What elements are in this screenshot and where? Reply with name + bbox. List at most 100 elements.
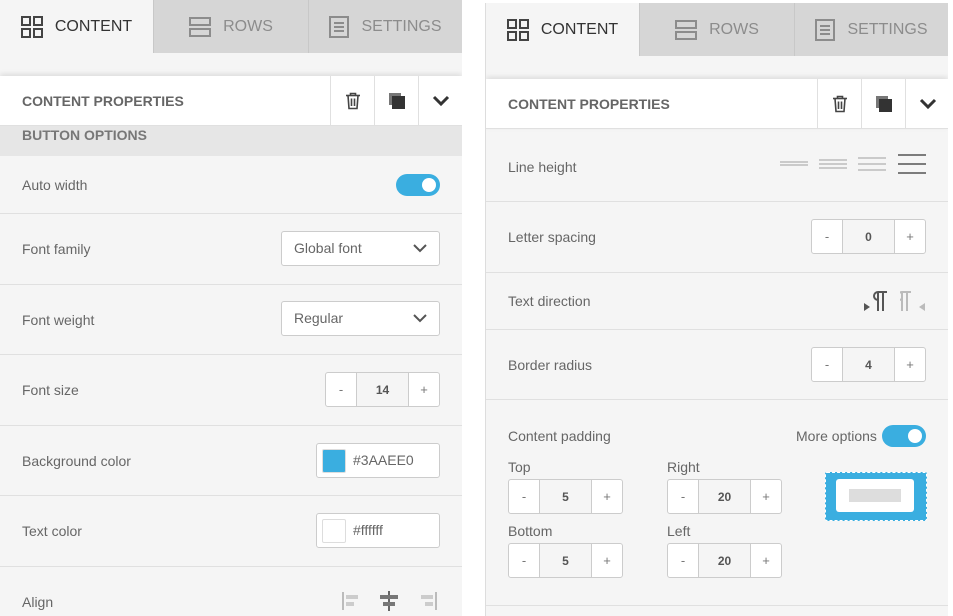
collapse-button[interactable] xyxy=(905,79,948,129)
align-center-icon[interactable] xyxy=(378,591,400,611)
letter-spacing-label: Letter spacing xyxy=(508,229,596,245)
border-radius-stepper: - 4 + xyxy=(811,347,926,382)
line-height-large-icon[interactable] xyxy=(858,155,886,173)
left-panel: CONTENT ROWS SETTINGS CONTENT PROPERTIES… xyxy=(0,0,462,616)
tab-rows[interactable]: ROWS xyxy=(639,3,794,56)
line-height-small-icon[interactable] xyxy=(780,159,808,169)
tab-settings[interactable]: SETTINGS xyxy=(794,3,948,56)
align-row: Align xyxy=(0,567,462,616)
letter-spacing-increase-button[interactable]: + xyxy=(895,220,925,253)
letter-spacing-value[interactable]: 0 xyxy=(842,220,895,253)
more-options-toggle[interactable] xyxy=(882,425,926,447)
line-height-medium-icon[interactable] xyxy=(819,157,847,171)
duplicate-button[interactable] xyxy=(374,76,418,126)
letter-spacing-row: Letter spacing - 0 + xyxy=(486,202,948,273)
text-color-picker[interactable]: #ffffff xyxy=(316,513,440,548)
chevron-down-icon xyxy=(432,95,449,107)
font-size-stepper: - 14 + xyxy=(325,372,440,407)
text-direction-row: Text direction xyxy=(486,273,948,330)
border-radius-decrease-button[interactable]: - xyxy=(812,348,842,381)
rtl-direction-icon[interactable] xyxy=(900,290,926,312)
chevron-down-icon xyxy=(919,98,936,110)
content-grid-icon xyxy=(20,15,43,38)
text-color-value[interactable]: #ffffff xyxy=(353,514,383,547)
padding-bottom-stepper: - 5 + xyxy=(508,543,623,578)
rows-icon xyxy=(675,19,698,40)
chevron-down-icon xyxy=(413,244,427,253)
background-color-picker[interactable]: #3AAEE0 xyxy=(316,443,440,478)
tab-settings[interactable]: SETTINGS xyxy=(308,0,462,53)
auto-width-toggle[interactable] xyxy=(396,174,440,196)
settings-document-icon xyxy=(329,15,350,38)
trash-icon xyxy=(345,92,360,110)
padding-left-value[interactable]: 20 xyxy=(698,544,751,577)
font-weight-row: Font weight Regular xyxy=(0,285,462,355)
align-label: Align xyxy=(22,594,54,610)
auto-width-row: Auto width xyxy=(0,156,462,214)
background-color-row: Background color #3AAEE0 xyxy=(0,426,462,496)
padding-right-label: Right xyxy=(667,459,700,475)
delete-button[interactable] xyxy=(817,79,861,129)
letter-spacing-decrease-button[interactable]: - xyxy=(812,220,842,253)
content-grid-icon xyxy=(506,18,529,41)
padding-left-increase-button[interactable]: + xyxy=(751,544,781,577)
text-direction-label: Text direction xyxy=(508,293,591,309)
content-padding-row: Content padding More options Top - 5 + R… xyxy=(486,400,948,606)
tab-content[interactable]: CONTENT xyxy=(0,0,153,53)
chevron-down-icon xyxy=(413,314,427,323)
text-color-label: Text color xyxy=(22,523,82,539)
padding-bottom-decrease-button[interactable]: - xyxy=(509,544,539,577)
tab-settings-label: SETTINGS xyxy=(847,20,928,38)
line-height-label: Line height xyxy=(508,158,577,175)
font-family-row: Font family Global font xyxy=(0,214,462,285)
padding-top-increase-button[interactable]: + xyxy=(592,480,622,513)
background-color-value[interactable]: #3AAEE0 xyxy=(353,444,414,477)
font-family-select[interactable]: Global font xyxy=(281,231,440,266)
duplicate-button[interactable] xyxy=(861,79,905,129)
ltr-direction-icon[interactable] xyxy=(864,290,888,312)
font-weight-select[interactable]: Regular xyxy=(281,301,440,336)
content-properties-header: CONTENT PROPERTIES xyxy=(0,76,462,126)
button-options-section-title: BUTTON OPTIONS xyxy=(0,126,462,156)
tab-rows-label: ROWS xyxy=(709,20,759,38)
font-size-decrease-button[interactable]: - xyxy=(326,373,356,406)
settings-document-icon xyxy=(815,18,836,41)
border-radius-value[interactable]: 4 xyxy=(842,348,895,381)
padding-top-value[interactable]: 5 xyxy=(539,480,592,513)
padding-left-decrease-button[interactable]: - xyxy=(668,544,698,577)
font-size-increase-button[interactable]: + xyxy=(409,373,439,406)
tab-rows-label: ROWS xyxy=(223,17,273,35)
font-size-value[interactable]: 14 xyxy=(356,373,409,406)
border-radius-label: Border radius xyxy=(508,356,593,373)
padding-top-decrease-button[interactable]: - xyxy=(509,480,539,513)
header-title: CONTENT PROPERTIES xyxy=(508,96,670,112)
padding-bottom-increase-button[interactable]: + xyxy=(592,544,622,577)
delete-button[interactable] xyxy=(330,76,374,126)
duplicate-icon xyxy=(388,93,405,109)
content-padding-label: Content padding xyxy=(508,428,611,444)
collapse-button[interactable] xyxy=(418,76,462,126)
padding-right-value[interactable]: 20 xyxy=(698,480,751,513)
padding-preview xyxy=(825,472,927,521)
padding-right-increase-button[interactable]: + xyxy=(751,480,781,513)
tab-bar: CONTENT ROWS SETTINGS xyxy=(486,3,948,56)
padding-right-decrease-button[interactable]: - xyxy=(668,480,698,513)
line-height-xlarge-icon[interactable] xyxy=(898,153,926,175)
align-left-icon[interactable] xyxy=(341,591,361,611)
auto-width-label: Auto width xyxy=(22,176,88,193)
padding-bottom-label: Bottom xyxy=(508,523,553,539)
padding-preview-inner xyxy=(849,489,901,502)
content-properties-header: CONTENT PROPERTIES xyxy=(486,79,948,129)
tab-rows[interactable]: ROWS xyxy=(153,0,308,53)
padding-left-stepper: - 20 + xyxy=(667,543,782,578)
letter-spacing-stepper: - 0 + xyxy=(811,219,926,254)
background-color-swatch[interactable] xyxy=(322,449,346,473)
text-color-swatch[interactable] xyxy=(322,519,346,543)
padding-bottom-value[interactable]: 5 xyxy=(539,544,592,577)
line-height-row: Line height xyxy=(486,132,948,202)
tab-bar: CONTENT ROWS SETTINGS xyxy=(0,0,462,53)
tab-content[interactable]: CONTENT xyxy=(486,3,639,56)
align-right-icon[interactable] xyxy=(418,591,438,611)
border-radius-increase-button[interactable]: + xyxy=(895,348,925,381)
padding-top-label: Top xyxy=(508,459,531,475)
